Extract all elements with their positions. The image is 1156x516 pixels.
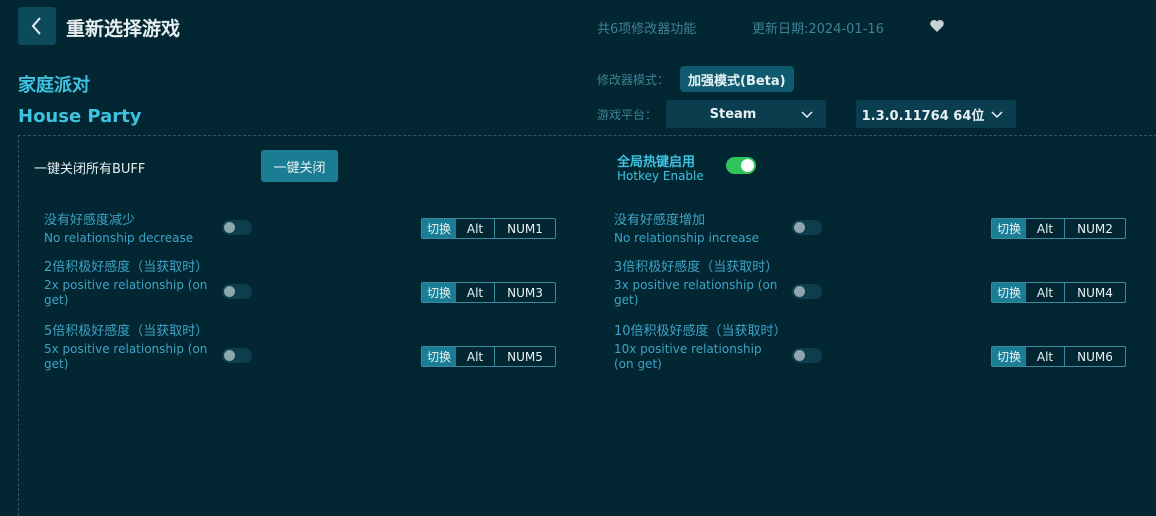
feature-label-en: 2x positive relationship (on get) [44, 278, 208, 307]
page-title: 重新选择游戏 [66, 18, 181, 40]
mode-button[interactable]: 加强模式(Beta) [680, 66, 794, 92]
platform-value: Steam [709, 106, 757, 122]
hotkey-label-en: Hotkey Enable [617, 169, 704, 183]
close-all-buff-label: 一键关闭所有BUFF [34, 162, 146, 177]
feature-toggle[interactable] [792, 348, 822, 363]
feature-toggle[interactable] [222, 284, 252, 299]
feature-count: 共6项修改器功能 [597, 22, 697, 37]
feature-toggle[interactable] [222, 220, 252, 235]
feature-label-en: 3x positive relationship (on get) [614, 278, 778, 307]
heart-icon[interactable] [929, 18, 945, 34]
key-switch: 切换 [992, 347, 1026, 366]
toggle-knob [794, 222, 805, 233]
toggle-knob [224, 350, 235, 361]
feature-label-en: 5x positive relationship (on get) [44, 342, 208, 371]
game-name-en: House Party [18, 106, 142, 127]
toggle-knob [794, 350, 805, 361]
version-select[interactable]: 1.3.0.11764 64位 [856, 100, 1016, 128]
chevron-down-icon [801, 111, 813, 119]
hotkey-keys[interactable]: 切换 Alt NUM5 [421, 346, 556, 367]
chevron-down-icon [991, 111, 1003, 119]
feature-label-cn: 没有好感度减少 [44, 213, 136, 228]
hotkey-keys[interactable]: 切换 Alt NUM3 [421, 282, 556, 303]
hotkey-label-cn: 全局热键启用 [617, 155, 696, 170]
key-switch: 切换 [422, 347, 456, 366]
feature-item: 10倍积极好感度（当获取时） 10x positive relationship… [614, 322, 787, 372]
feature-item: 没有好感度增加 No relationship increase [614, 211, 784, 246]
feature-label-en: 10x positive relationship (on get) [614, 342, 762, 371]
feature-item: 3倍积极好感度（当获取时） 3x positive relationship (… [614, 258, 784, 308]
key-num: NUM4 [1077, 285, 1113, 300]
platform-select[interactable]: Steam [666, 100, 826, 128]
key-switch: 切换 [992, 283, 1026, 302]
feature-item: 2倍积极好感度（当获取时） 2x positive relationship (… [44, 258, 214, 308]
platform-label: 游戏平台： [597, 108, 658, 122]
key-switch: 切换 [422, 283, 456, 302]
key-alt: Alt [1026, 283, 1065, 302]
mode-label: 修改器模式： [597, 73, 670, 87]
feature-toggle[interactable] [222, 348, 252, 363]
back-button[interactable] [18, 7, 56, 45]
key-switch: 切换 [992, 219, 1026, 238]
hotkey-keys[interactable]: 切换 Alt NUM6 [991, 346, 1126, 367]
key-alt: Alt [456, 347, 495, 366]
key-alt: Alt [456, 219, 495, 238]
feature-label-en: No relationship decrease [44, 231, 194, 245]
key-switch: 切换 [422, 219, 456, 238]
key-num: NUM3 [507, 285, 543, 300]
toggle-knob [794, 286, 805, 297]
feature-label-cn: 10倍积极好感度（当获取时） [614, 324, 787, 339]
update-date: 更新日期:2024-01-16 [752, 22, 884, 37]
key-num: NUM6 [1077, 349, 1113, 364]
feature-label-cn: 2倍积极好感度（当获取时） [44, 260, 209, 275]
hotkey-toggle[interactable] [726, 157, 756, 174]
key-alt: Alt [456, 283, 495, 302]
hotkey-keys[interactable]: 切换 Alt NUM2 [991, 218, 1126, 239]
feature-toggle[interactable] [792, 284, 822, 299]
feature-item: 没有好感度减少 No relationship decrease [44, 211, 214, 246]
feature-label-cn: 3倍积极好感度（当获取时） [614, 260, 779, 275]
hotkey-keys[interactable]: 切换 Alt NUM4 [991, 282, 1126, 303]
key-num: NUM1 [507, 221, 543, 236]
chevron-left-icon [31, 17, 41, 35]
game-name-cn: 家庭派对 [18, 75, 90, 96]
toggle-knob [224, 222, 235, 233]
version-value: 1.3.0.11764 64位 [861, 108, 985, 124]
key-alt: Alt [1026, 347, 1065, 366]
key-num: NUM2 [1077, 221, 1113, 236]
feature-label-en: No relationship increase [614, 231, 760, 245]
close-all-button[interactable]: 一键关闭 [261, 150, 338, 182]
hotkey-keys[interactable]: 切换 Alt NUM1 [421, 218, 556, 239]
key-num: NUM5 [507, 349, 543, 364]
feature-label-cn: 5倍积极好感度（当获取时） [44, 324, 209, 339]
toggle-knob [741, 159, 754, 172]
feature-toggle[interactable] [792, 220, 822, 235]
feature-label-cn: 没有好感度增加 [614, 213, 706, 228]
feature-item: 5倍积极好感度（当获取时） 5x positive relationship (… [44, 322, 214, 372]
key-alt: Alt [1026, 219, 1065, 238]
toggle-knob [224, 286, 235, 297]
